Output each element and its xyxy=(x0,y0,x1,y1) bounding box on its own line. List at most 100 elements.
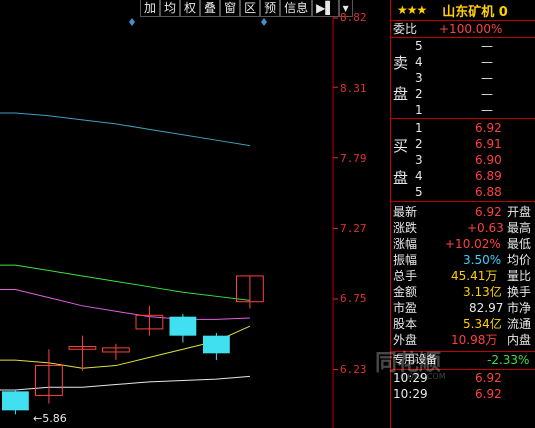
quote-stats: 最新 6.92 开盘 涨跌 +0.63 最高 涨幅 +10.02% 最低 振幅 … xyxy=(391,202,535,348)
toolbar-button-rights[interactable]: 权 xyxy=(180,0,201,17)
quote-panel: ★★★ 山东矿机 0 委比 +100.00% 卖 盘 5 — 4 — 3 — 2… xyxy=(390,0,535,428)
sell-row-1: 1 — xyxy=(391,102,535,118)
sector-row[interactable]: 专用设备 -2.33% xyxy=(391,351,535,370)
sell-level: 1 xyxy=(415,103,423,117)
buy-level: 2 xyxy=(415,137,423,151)
buy-row-2: 2 6.91 xyxy=(391,136,535,152)
buy-price: 6.91 xyxy=(475,137,502,151)
stat-label: 市盈 xyxy=(393,301,418,315)
stat-label: 涨跌 xyxy=(393,221,418,235)
sell-row-5: 5 — xyxy=(391,38,535,54)
stat-label: 换手 xyxy=(507,285,532,299)
stat-row: 振幅 3.50% 均价 xyxy=(391,252,535,268)
candle-body xyxy=(203,335,230,354)
sell-level: 3 xyxy=(415,71,423,85)
candle-body xyxy=(2,391,29,411)
stat-row: 金额 3.13亿 换手 xyxy=(391,284,535,300)
sell-price: — xyxy=(481,55,493,69)
stat-label: 均价 xyxy=(507,253,532,267)
stat-value: 5.34亿 xyxy=(463,317,502,331)
sell-level: 5 xyxy=(415,39,423,53)
buy-row-4: 4 6.89 xyxy=(391,168,535,184)
stat-label: 量比 xyxy=(507,269,532,283)
stat-row: 涨幅 +10.02% 最低 xyxy=(391,236,535,252)
stat-label: 振幅 xyxy=(393,253,418,267)
toolbar-button-overlay[interactable]: 叠 xyxy=(200,0,221,17)
tick-time: 10:29 xyxy=(393,371,428,385)
sector-name: 专用设备 xyxy=(393,353,437,366)
buy-book: 买 盘 1 6.92 2 6.91 3 6.90 4 6.89 5 6.88 xyxy=(391,119,535,202)
stat-label: 涨幅 xyxy=(393,237,418,251)
stat-row: 总手 45.41万 量比 xyxy=(391,268,535,284)
stat-label: 流通 xyxy=(507,317,532,331)
ma-line xyxy=(0,375,250,391)
diamond-marker-icon xyxy=(261,18,267,26)
stock-name[interactable]: 山东矿机 0 xyxy=(442,1,508,20)
buy-level: 1 xyxy=(415,121,423,135)
stat-label: 最高 xyxy=(507,221,532,235)
toolbar-button-info[interactable]: 信息 xyxy=(280,0,313,17)
stat-value: 6.92 xyxy=(475,205,502,219)
buy-price: 6.92 xyxy=(475,121,502,135)
buy-row-3: 3 6.90 xyxy=(391,152,535,168)
buy-price: 6.88 xyxy=(475,185,502,199)
stat-value: +10.02% xyxy=(445,237,501,251)
low-price-marker: ←5.86 xyxy=(33,412,67,425)
buy-row-5: 5 6.88 xyxy=(391,184,535,200)
diamond-marker-icon xyxy=(129,18,135,26)
buy-level: 5 xyxy=(415,185,423,199)
tick-time: 10:29 xyxy=(393,387,428,401)
stock-header: ★★★ 山东矿机 0 xyxy=(391,0,535,21)
stat-row: 市盈 82.97 市净 xyxy=(391,300,535,316)
stat-label: 金额 xyxy=(393,285,418,299)
stat-label: 外盘 xyxy=(393,333,418,347)
buy-level: 3 xyxy=(415,153,423,167)
tick-row: 10:29 6.92 xyxy=(391,370,535,386)
sell-price: — xyxy=(481,39,493,53)
sell-level: 2 xyxy=(415,87,423,101)
weibi-value: +100.00% xyxy=(439,22,503,36)
stat-value: 45.41万 xyxy=(451,269,498,283)
sell-row-2: 2 — xyxy=(391,86,535,102)
tick-price: 6.92 xyxy=(475,371,502,385)
toolbar-button-average[interactable]: 均 xyxy=(160,0,181,17)
toolbar-button-range[interactable]: 区 xyxy=(240,0,261,17)
stat-label: 最新 xyxy=(393,205,418,219)
tick-row: 10:29 6.92 xyxy=(391,386,535,402)
kline-chart[interactable]: 加 均 权 叠 窗 区 预 信息 ▶▌ ▾ 8.82 8.31 7.79 7.2… xyxy=(0,0,390,428)
stat-row: 外盘 10.98万 内盘 xyxy=(391,332,535,348)
buy-price: 6.90 xyxy=(475,153,502,167)
sector-change: -2.33% xyxy=(487,353,530,367)
rating-stars-icon: ★★★ xyxy=(397,3,427,17)
stat-label: 内盘 xyxy=(507,333,532,347)
stat-row: 股本 5.34亿 流通 xyxy=(391,316,535,332)
buy-level: 4 xyxy=(415,169,423,183)
stat-value: +0.63 xyxy=(467,221,504,235)
sell-row-3: 3 — xyxy=(391,70,535,86)
stat-value: 3.13亿 xyxy=(463,285,502,299)
toolbar-button-window[interactable]: 窗 xyxy=(220,0,241,17)
chart-toolbar: 加 均 权 叠 窗 区 预 信息 ▶▌ ▾ xyxy=(140,0,353,17)
play-icon[interactable]: ▶▌ xyxy=(312,0,339,17)
sell-level: 4 xyxy=(415,55,423,69)
tick-price: 6.92 xyxy=(475,387,502,401)
sell-price: — xyxy=(481,87,493,101)
toolbar-button-forecast[interactable]: 预 xyxy=(260,0,281,17)
stat-value: 3.50% xyxy=(463,253,502,267)
stat-label: 市净 xyxy=(507,301,532,315)
sell-price: — xyxy=(481,71,493,85)
stat-row: 最新 6.92 开盘 xyxy=(391,204,535,220)
weibi-label: 委比 xyxy=(393,22,418,36)
dropdown-arrow-icon[interactable]: ▾ xyxy=(338,0,353,17)
stat-value: 82.97 xyxy=(469,301,504,315)
sell-price: — xyxy=(481,103,493,117)
weibi-row: 委比 +100.00% xyxy=(391,21,535,38)
toolbar-button-add[interactable]: 加 xyxy=(140,0,161,17)
stat-value: 10.98万 xyxy=(451,333,498,347)
sell-book: 卖 盘 5 — 4 — 3 — 2 — 1 — xyxy=(391,38,535,119)
ma-line xyxy=(0,289,250,320)
stat-label: 最低 xyxy=(507,237,532,251)
buy-row-1: 1 6.92 xyxy=(391,120,535,136)
candle-body xyxy=(169,316,197,336)
stat-label: 开盘 xyxy=(507,205,532,219)
